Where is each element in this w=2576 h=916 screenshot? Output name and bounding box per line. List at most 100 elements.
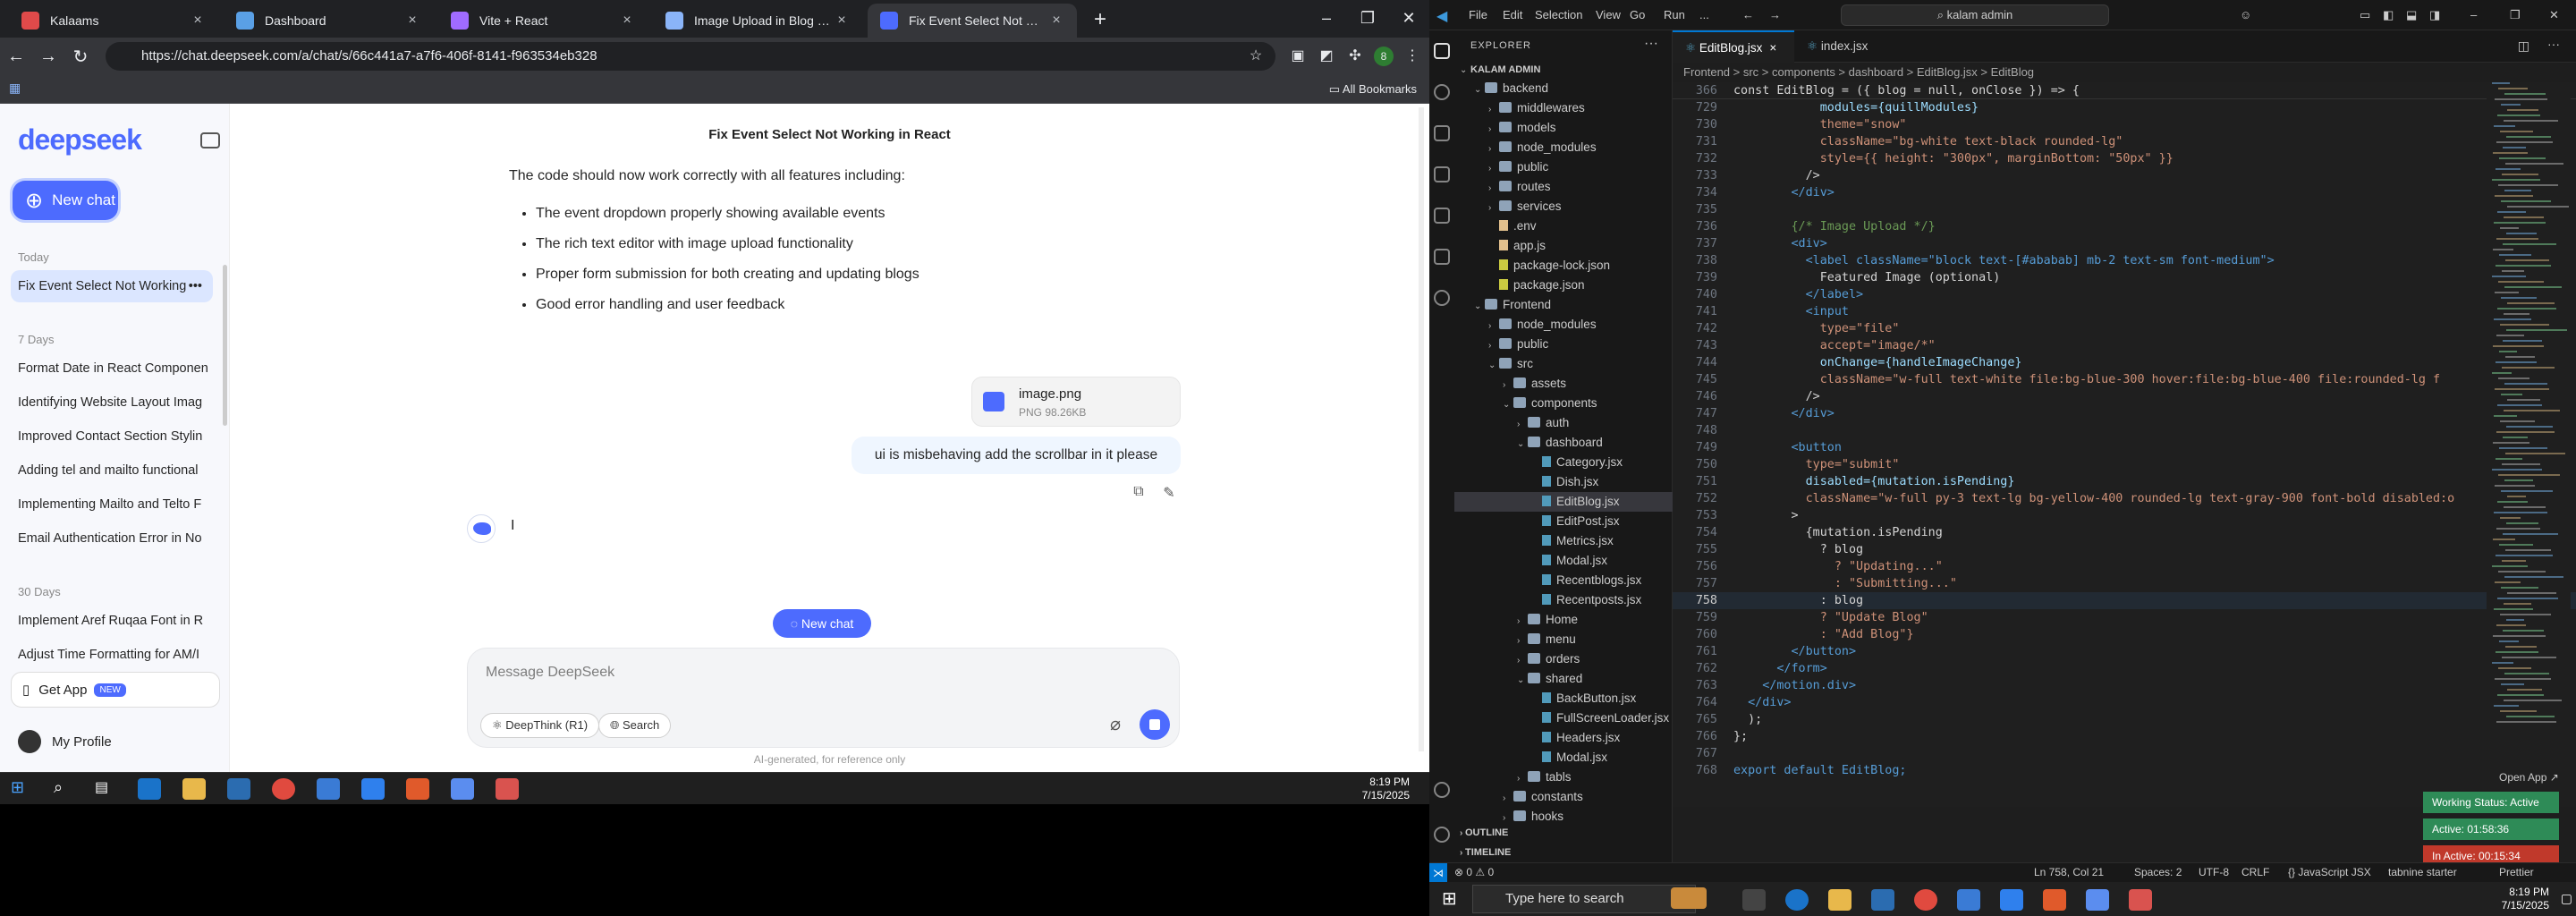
app-icon[interactable] xyxy=(496,778,519,800)
tree-folder[interactable]: › node_modules xyxy=(1454,315,1673,335)
timeline-section[interactable]: › TIMELINE xyxy=(1454,843,1673,862)
browser-tab[interactable]: Kalaams × xyxy=(9,4,218,38)
tree-file[interactable]: app.js xyxy=(1454,236,1673,256)
code-line[interactable]: 760 : "Add Blog"} xyxy=(1673,626,2576,643)
code-line[interactable]: 750 type="submit" xyxy=(1673,456,2576,473)
search-icon[interactable]: ⌕ xyxy=(54,778,77,800)
history-item[interactable]: Implement Aref Ruqaa Font in R xyxy=(11,605,213,637)
code-line[interactable]: 754 {mutation.isPending xyxy=(1673,524,2576,541)
profile-avatar[interactable]: 8 xyxy=(1374,47,1394,66)
tree-file[interactable]: Category.jsx xyxy=(1454,453,1673,472)
browser-tab-active[interactable]: Fix Event Select Not Working in× xyxy=(868,4,1077,38)
tree-folder[interactable]: › constants xyxy=(1454,787,1673,807)
tree-file[interactable]: Recentblogs.jsx xyxy=(1454,571,1673,590)
browser-tab[interactable]: Dashboard × xyxy=(224,4,433,38)
tree-file[interactable]: Metrics.jsx xyxy=(1454,531,1673,551)
code-line[interactable]: 745 className="w-full text-white file:bg… xyxy=(1673,371,2576,388)
windows-start-icon[interactable]: ⊞ xyxy=(1442,887,1457,910)
tree-file[interactable]: Modal.jsx xyxy=(1454,748,1673,768)
forward-icon[interactable]: → xyxy=(1769,8,1781,21)
more-actions-icon[interactable]: ··· xyxy=(1644,36,1658,52)
extensions-icon[interactable] xyxy=(1434,208,1450,224)
tree-file[interactable]: package-lock.json xyxy=(1454,256,1673,276)
new-tab-button[interactable]: + xyxy=(1082,4,1118,38)
tree-folder[interactable]: › public xyxy=(1454,157,1673,177)
tree-file[interactable]: EditPost.jsx xyxy=(1454,512,1673,531)
forward-icon[interactable]: → xyxy=(32,47,64,67)
notification-icon[interactable]: ▢ xyxy=(2561,891,2572,906)
copy-icon[interactable]: ⧉ xyxy=(1130,484,1148,502)
vscode-icon[interactable] xyxy=(361,778,385,800)
task-view-icon[interactable] xyxy=(1742,889,1766,911)
edge-icon[interactable] xyxy=(1785,889,1809,911)
search-icon[interactable] xyxy=(1434,84,1450,100)
close-tab-icon[interactable]: × xyxy=(834,13,850,29)
app-icon[interactable] xyxy=(451,778,474,800)
tree-folder[interactable]: › models xyxy=(1454,118,1673,138)
tree-folder[interactable]: › assets xyxy=(1454,374,1673,394)
code-line[interactable]: 741 <input xyxy=(1673,303,2576,320)
tree-folder[interactable]: › menu xyxy=(1454,630,1673,649)
more-options-icon[interactable]: ••• xyxy=(189,270,202,302)
edit-icon[interactable]: ✎ xyxy=(1160,484,1178,502)
code-line[interactable]: 761 </button> xyxy=(1673,643,2576,660)
tree-file[interactable]: EditBlog.jsx xyxy=(1454,492,1673,512)
close-tab-icon[interactable]: × xyxy=(1769,41,1776,55)
browser-tab[interactable]: Vite + React × xyxy=(438,4,648,38)
code-line[interactable]: 759 ? "Update Blog" xyxy=(1673,609,2576,626)
tree-file[interactable]: Headers.jsx xyxy=(1454,728,1673,748)
minimize-icon[interactable]: – xyxy=(2470,8,2477,21)
code-line[interactable]: 742 type="file" xyxy=(1673,320,2576,337)
history-item[interactable]: Format Date in React Componen xyxy=(11,352,213,385)
system-clock[interactable]: 8:19 PM 7/15/2025 xyxy=(2502,886,2549,912)
minimap[interactable] xyxy=(2487,82,2571,780)
account-icon[interactable] xyxy=(1434,782,1450,798)
tree-folder[interactable]: ⌄ dashboard xyxy=(1454,433,1673,453)
tree-folder[interactable]: › services xyxy=(1454,197,1673,216)
back-icon[interactable]: ← xyxy=(0,47,32,67)
close-tab-icon[interactable]: × xyxy=(619,13,635,29)
open-app-link[interactable]: Open App ↗ xyxy=(2499,771,2559,784)
code-line[interactable]: 762 </form> xyxy=(1673,660,2576,677)
tree-file[interactable]: package.json xyxy=(1454,276,1673,295)
profile-link[interactable]: My Profile xyxy=(18,730,112,753)
code-line[interactable]: 735 xyxy=(1673,201,2576,218)
close-tab-icon[interactable]: × xyxy=(1048,13,1064,29)
close-tab-icon[interactable]: × xyxy=(190,13,206,29)
tree-file[interactable]: Dish.jsx xyxy=(1454,472,1673,492)
deepthink-toggle[interactable]: ⚛ DeepThink (R1) xyxy=(480,713,600,738)
history-item[interactable]: Identifying Website Layout Imag xyxy=(11,386,213,419)
copilot-icon[interactable]: ☺ xyxy=(2240,8,2251,21)
sidebar-scrollbar[interactable] xyxy=(223,265,227,426)
code-line[interactable]: 753 > xyxy=(1673,507,2576,524)
history-item[interactable]: Improved Contact Section Stylin xyxy=(11,420,213,453)
app-icon[interactable] xyxy=(1957,889,1980,911)
code-line[interactable]: 738 <label className="block text-[#ababa… xyxy=(1673,252,2576,269)
remote-icon[interactable] xyxy=(1434,249,1450,265)
tree-file[interactable]: Recentposts.jsx xyxy=(1454,590,1673,610)
history-item[interactable]: Adding tel and mailto functional xyxy=(11,454,213,487)
app-icon[interactable] xyxy=(2086,889,2109,911)
menu-more[interactable]: ... xyxy=(1699,8,1709,21)
apps-grid-icon[interactable]: ▦ xyxy=(9,81,21,96)
tree-file[interactable]: .env xyxy=(1454,216,1673,236)
app-icon[interactable] xyxy=(406,778,429,800)
tree-folder[interactable]: ⌄ components xyxy=(1454,394,1673,413)
code-line[interactable]: 766}; xyxy=(1673,728,2576,745)
menu-run[interactable]: Run xyxy=(1664,8,1685,21)
code-line[interactable]: 743 accept="image/*" xyxy=(1673,337,2576,354)
collapse-sidebar-icon[interactable] xyxy=(200,132,220,148)
language-mode[interactable]: {} JavaScript JSX xyxy=(2288,866,2371,878)
image-attachment[interactable]: image.png PNG 98.26KB xyxy=(971,377,1181,427)
code-line[interactable]: 733 /> xyxy=(1673,167,2576,184)
tree-folder[interactable]: ⌄ Frontend xyxy=(1454,295,1673,315)
tree-folder[interactable]: ⌄ src xyxy=(1454,354,1673,374)
code-line[interactable]: 758 : blog xyxy=(1673,592,2576,609)
stop-generation-button[interactable] xyxy=(1140,709,1170,740)
tree-folder[interactable]: › middlewares xyxy=(1454,98,1673,118)
tree-folder[interactable]: › public xyxy=(1454,335,1673,354)
tabnine-status[interactable]: tabnine starter xyxy=(2388,866,2457,878)
tree-folder[interactable]: › routes xyxy=(1454,177,1673,197)
maximize-icon[interactable]: ❐ xyxy=(2510,8,2521,22)
split-editor-icon[interactable]: ◫ xyxy=(2518,38,2529,54)
